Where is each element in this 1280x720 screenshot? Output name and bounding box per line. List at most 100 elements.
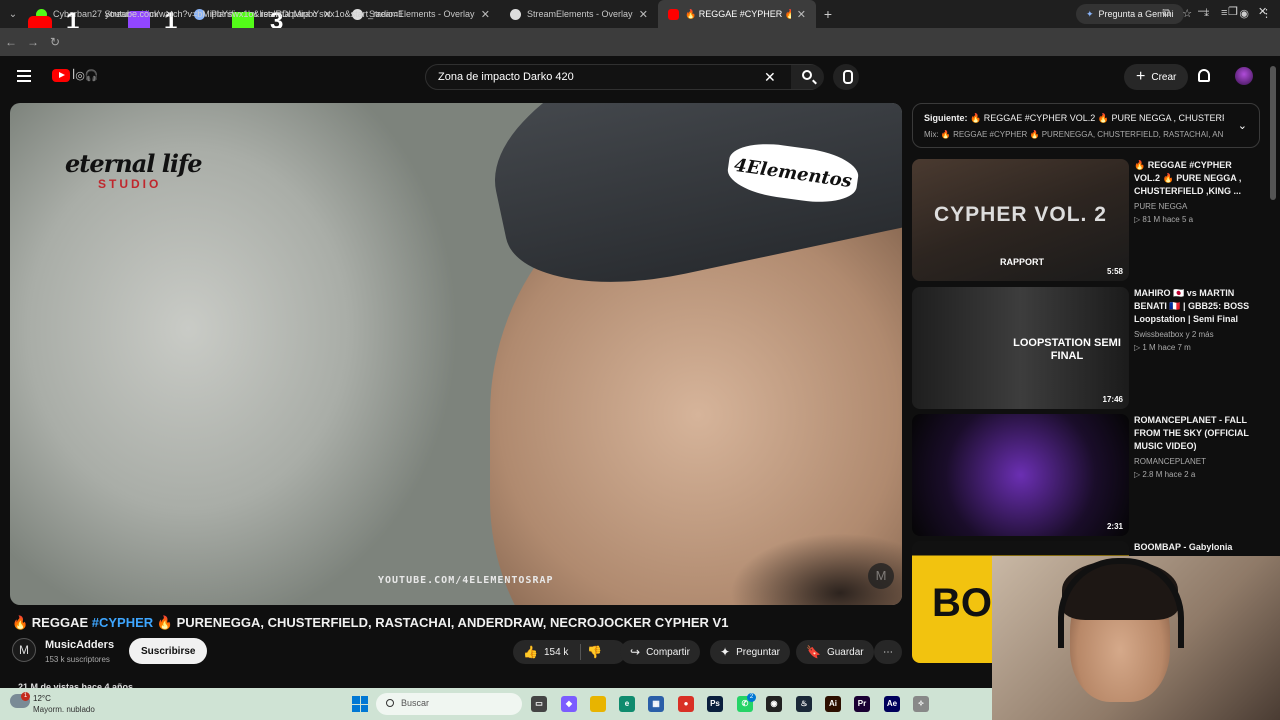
more-actions-button[interactable]: ⋯ — [874, 640, 902, 664]
search-icon — [802, 70, 812, 80]
windows-start-icon[interactable] — [352, 696, 368, 712]
ask-button[interactable]: ✦ Preguntar — [710, 640, 790, 664]
dislike-icon[interactable]: 👎 — [587, 645, 602, 659]
share-icon: ↪ — [630, 645, 641, 659]
chrome-icon[interactable]: ● — [678, 696, 694, 712]
forward-icon[interactable]: → — [22, 35, 44, 49]
recommendation-meta: ▷ 81 M hace 5 a — [1134, 215, 1194, 224]
reload-icon[interactable]: ↻ — [44, 35, 66, 49]
channel-branding-icon[interactable]: M — [868, 563, 894, 589]
obs-icon[interactable]: ◉ — [766, 696, 782, 712]
like-count[interactable]: 154 k — [544, 647, 568, 658]
account-avatar[interactable] — [1235, 67, 1253, 85]
next-title: 🔥 REGGAE #CYPHER VOL.2 🔥 PURE NEGGA , CH… — [970, 113, 1224, 123]
youtube-header: ꟾ◎🎧 ✕ +Crear — [0, 56, 1280, 100]
back-icon[interactable]: ← — [0, 35, 22, 49]
address-bar-actions: ⧉ ☆ ⤓ ≡ ◉ ⋮ — [1162, 7, 1272, 20]
recommendation-meta: ▷ 1 M hace 7 m — [1134, 343, 1191, 352]
more-icon: ⋯ — [883, 646, 893, 658]
download-icon[interactable]: ⤓ — [1204, 7, 1209, 20]
browser-tab-5-active[interactable]: 🔥 REGGAE #CYPHER 🔥 PURENEGGA✕ — [658, 0, 816, 28]
search-button[interactable] — [791, 65, 824, 89]
hashtag-link[interactable]: #CYPHER — [92, 615, 153, 630]
channel-url-watermark: YOUTUBE.COM/4ELEMENTOSRAP — [378, 575, 554, 586]
chevron-down-icon[interactable]: ⌄ — [1238, 119, 1247, 132]
divider — [580, 644, 582, 660]
browser-tab-4[interactable]: StreamElements - Overlays ✕ — [500, 0, 658, 28]
weather-badge: 1 — [21, 692, 30, 701]
address-bar-row: ← → ↻ — [0, 28, 1280, 56]
plus-icon: + — [1136, 68, 1146, 85]
task-view-icon[interactable]: ▭ — [531, 696, 547, 712]
playlist-next-panel[interactable]: Siguiente: 🔥 REGGAE #CYPHER VOL.2 🔥 PURE… — [912, 103, 1260, 148]
subscriber-count: 153 k suscriptores — [45, 655, 110, 664]
bookmark-star-icon[interactable]: ☆ — [1182, 7, 1192, 20]
explorer-icon[interactable] — [590, 696, 606, 712]
whatsapp-badge: 2 — [747, 693, 756, 702]
recommendation-title[interactable]: MAHIRO 🇯🇵 vs MARTIN BENATI 🇫🇷 | GBB25: B… — [1134, 287, 1260, 326]
illustrator-icon[interactable]: Ai — [825, 696, 841, 712]
save-button[interactable]: 🔖 Guardar — [796, 640, 874, 664]
steam-icon[interactable]: ♨ — [796, 696, 812, 712]
youtube-logo[interactable] — [52, 69, 70, 82]
subscribe-button[interactable]: Suscribirse — [129, 638, 208, 664]
channel-avatar[interactable]: M — [12, 638, 36, 662]
page-scrollbar[interactable] — [1270, 66, 1276, 200]
mix-subtitle: Mix: 🔥 REGGAE #CYPHER 🔥 PURENEGGA, CHUST… — [924, 130, 1224, 139]
close-tab-icon[interactable]: ✕ — [481, 8, 490, 21]
hamburger-menu-icon[interactable] — [17, 70, 31, 82]
premiere-icon[interactable]: Pr — [854, 696, 870, 712]
weather-condition: Mayorm. nublado — [33, 705, 95, 714]
gemini-icon: ✦ — [1086, 8, 1094, 19]
notifications-bell-icon[interactable] — [1198, 69, 1210, 82]
duration-badge: 5:58 — [1106, 267, 1123, 276]
recommendation-thumbnail[interactable]: LOOPSTATION SEMI FINAL 17:46 — [912, 287, 1129, 409]
create-button[interactable]: + Crear — [1124, 64, 1189, 90]
recommendation-item[interactable]: CYPHER VOL. 2 RAPPORT 5:58 🔥 REGGAE #CYP… — [912, 159, 1262, 281]
recommendation-title[interactable]: 🔥 REGGAE #CYPHER VOL.2 🔥 PURE NEGGA , CH… — [1134, 159, 1260, 198]
recommendation-title[interactable]: ROMANCEPLANET - FALL FROM THE SKY (OFFIC… — [1134, 414, 1260, 453]
video-player[interactable]: eternal life STUDIO 4Elementos YOUTUBE.C… — [10, 103, 902, 605]
duration-badge: 2:31 — [1106, 522, 1123, 531]
aftereffects-icon[interactable]: Ae — [884, 696, 900, 712]
overflow-icon[interactable]: ✧ — [913, 696, 929, 712]
recommendation-channel[interactable]: PURE NEGGA — [1134, 202, 1187, 211]
copilot-icon[interactable]: ◆ — [561, 696, 577, 712]
url-field[interactable]: youtube.com/watch?v=bMipbYswx1o&list=RDb… — [105, 9, 403, 19]
video-title: 🔥 REGGAE #CYPHER 🔥 PURENEGGA, CHUSTERFIE… — [12, 615, 729, 630]
recommendation-channel[interactable]: Swissbeatbox y 2 más — [1134, 330, 1214, 339]
browser-menu-icon[interactable]: ⋮ — [1261, 7, 1272, 20]
voice-search-icon[interactable] — [833, 64, 859, 90]
youtube-icon — [668, 8, 679, 20]
channel-name[interactable]: MusicAdders — [45, 639, 114, 651]
new-tab-button[interactable]: + — [816, 6, 840, 22]
reading-list-icon[interactable]: ≡ — [1221, 7, 1227, 20]
recommendation-meta: ▷ 2.8 M hace 2 a — [1134, 470, 1196, 479]
next-label: Siguiente: — [924, 113, 968, 123]
recommendation-item[interactable]: 2:31 ROMANCEPLANET - FALL FROM THE SKY (… — [912, 414, 1262, 536]
close-tab-icon[interactable]: ✕ — [797, 8, 806, 21]
windows-taskbar: 1 12°C Mayorm. nublado Buscar ▭ ◆ e ▦ ● Ps ✆ ◉… — [0, 688, 992, 720]
tab-search-icon[interactable]: ⌄ — [0, 9, 26, 20]
youtube-doodle-icon: ꟾ◎🎧 — [72, 70, 99, 82]
like-dislike-group: 👍 154 k 👎 — [513, 640, 626, 664]
like-icon[interactable]: 👍 — [523, 645, 538, 659]
store-icon[interactable]: ▦ — [648, 696, 664, 712]
bookmark-icon: 🔖 — [806, 645, 821, 659]
edge-icon[interactable]: e — [619, 696, 635, 712]
share-button[interactable]: ↪ Compartir — [620, 640, 700, 664]
recommendation-channel[interactable]: ROMANCEPLANET — [1134, 457, 1206, 466]
taskbar-search[interactable]: Buscar — [376, 693, 522, 715]
temperature: 12°C — [33, 694, 51, 703]
cast-icon[interactable]: ⧉ — [1162, 7, 1170, 20]
streamelements-icon — [510, 8, 521, 20]
recommendation-thumbnail[interactable]: CYPHER VOL. 2 RAPPORT 5:58 — [912, 159, 1129, 281]
search-input[interactable] — [438, 71, 758, 83]
close-tab-icon[interactable]: ✕ — [639, 8, 648, 21]
recommendation-thumbnail[interactable]: 2:31 — [912, 414, 1129, 536]
photoshop-icon[interactable]: Ps — [707, 696, 723, 712]
profile-icon[interactable]: ◉ — [1239, 7, 1249, 20]
clear-search-icon[interactable]: ✕ — [764, 69, 776, 86]
search-icon — [386, 699, 394, 707]
recommendation-item[interactable]: LOOPSTATION SEMI FINAL 17:46 MAHIRO 🇯🇵 v… — [912, 287, 1262, 409]
